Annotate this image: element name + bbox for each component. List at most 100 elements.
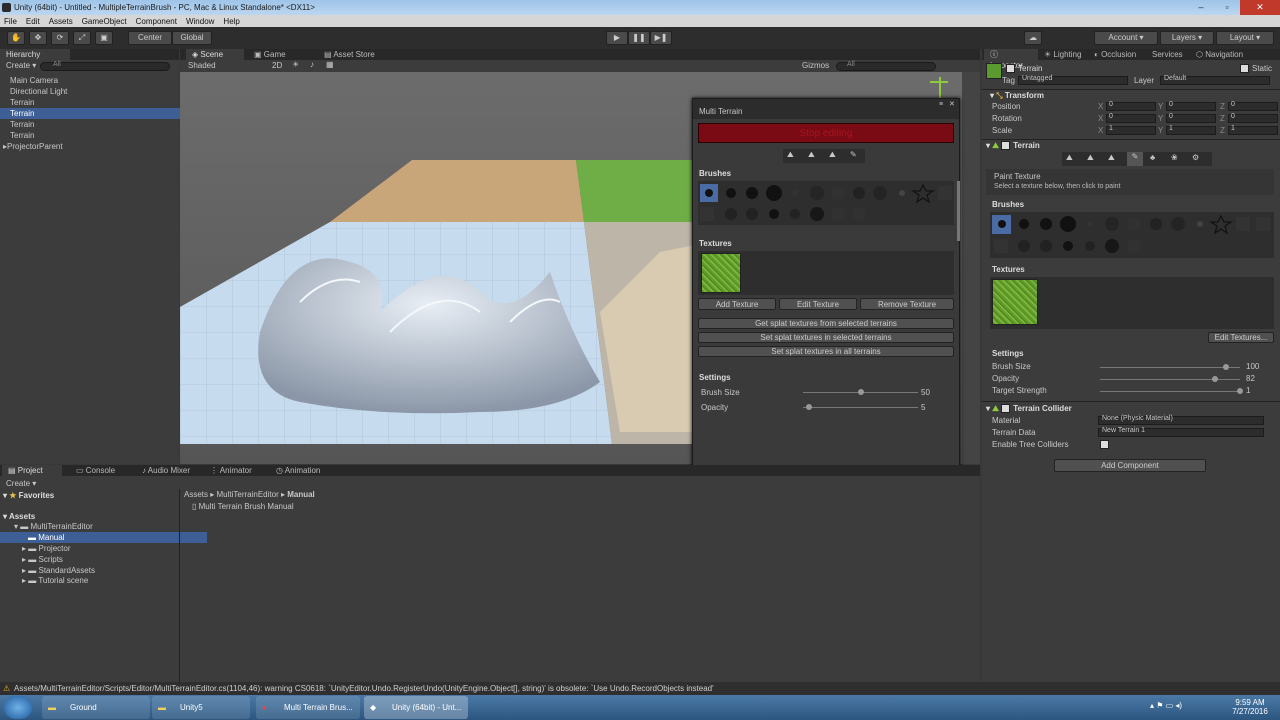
taskbar-item-unity5[interactable]: ▬ Unity5 xyxy=(152,696,250,719)
folder-item[interactable]: ▸ ▬ Tutorial scene xyxy=(0,575,88,586)
rotation-y-field[interactable]: 0 xyxy=(1166,113,1216,123)
tab-occlusion[interactable]: ◐ Occlusion xyxy=(1088,49,1146,60)
object-active-toggle[interactable] xyxy=(1006,64,1018,74)
breadcrumb-item[interactable]: Assets xyxy=(184,490,208,499)
layout-dropdown[interactable]: Layout ▾ xyxy=(1216,31,1274,45)
tab-console[interactable]: ▭ Console xyxy=(70,465,130,476)
add-component-button[interactable]: Add Component xyxy=(1054,459,1206,472)
taskbar-item-unity[interactable]: ◆ Unity (64bit) - Unt... xyxy=(364,696,468,719)
hierarchy-item-parent[interactable]: ▸ProjectorParent xyxy=(0,141,182,152)
close-icon[interactable]: ✕ xyxy=(1240,0,1280,15)
rotate-tool-icon[interactable]: ⟳ xyxy=(51,31,69,45)
menu-assets[interactable]: Assets xyxy=(49,17,73,26)
audio-toggle-icon[interactable]: ♪ xyxy=(310,60,314,69)
terrain-settings-icon[interactable]: ⚙ xyxy=(1192,153,1199,162)
tab-inspector[interactable]: ⓘ Inspector xyxy=(984,49,1038,70)
folder-item[interactable]: ▸ ▬ Scripts xyxy=(0,554,63,565)
close-window-icon[interactable]: ✕ xyxy=(949,100,955,108)
tab-game[interactable]: ▣ Game xyxy=(248,49,298,60)
paint-details-icon[interactable]: ❀ xyxy=(1171,153,1178,162)
axis-label-x[interactable]: X xyxy=(1098,102,1103,111)
axis-label-y[interactable]: Y xyxy=(1158,126,1163,135)
window-menu-icon[interactable]: ≡ xyxy=(939,101,943,108)
tab-lighting[interactable]: ☀ Lighting xyxy=(1038,49,1088,60)
position-x-field[interactable]: 0 xyxy=(1106,101,1156,111)
terrain-component-header[interactable]: ▾ ⛰ Terrain xyxy=(986,141,1040,151)
system-tray-icons[interactable]: ▴ ⚑ ▭ ◂) xyxy=(1150,701,1182,710)
inspector-grass-texture-thumbnail[interactable] xyxy=(992,279,1038,325)
hierarchy-search-input[interactable]: All xyxy=(40,61,170,71)
menu-gameobject[interactable]: GameObject xyxy=(82,17,127,26)
clock[interactable]: 9:59 AM 7/27/2016 xyxy=(1228,698,1272,716)
start-button-icon[interactable] xyxy=(4,696,32,719)
inspector-brush-size-value[interactable]: 100 xyxy=(1246,362,1259,371)
static-toggle[interactable]: Static xyxy=(1240,64,1272,74)
scale-tool-icon[interactable]: ⤢ xyxy=(73,31,91,45)
opacity-slider-knob[interactable] xyxy=(805,404,812,410)
brush-size-slider-knob[interactable] xyxy=(857,389,864,395)
get-splat-selected-button[interactable]: Get splat textures from selected terrain… xyxy=(698,318,954,329)
tag-dropdown[interactable]: Untagged xyxy=(1018,75,1128,85)
project-create-button[interactable]: Create ▾ xyxy=(6,479,36,488)
menu-file[interactable]: File xyxy=(4,17,17,26)
effects-toggle-icon[interactable]: ▦ xyxy=(326,60,334,69)
favorites-item[interactable]: ▾ ★ Favorites xyxy=(0,490,54,501)
inspector-brush-size-knob[interactable] xyxy=(1223,364,1229,370)
console-status-bar[interactable]: ⚠ Assets/MultiTerrainEditor/Scripts/Edit… xyxy=(0,682,1280,695)
tab-animator[interactable]: ⋮ Animator xyxy=(204,465,264,476)
scale-x-field[interactable]: 1 xyxy=(1106,125,1156,135)
hierarchy-item-selected[interactable]: Terrain xyxy=(0,108,189,119)
account-dropdown[interactable]: Account ▾ xyxy=(1094,31,1158,45)
raise-terrain-icon[interactable]: ⛰ xyxy=(787,150,794,160)
cloud-icon[interactable]: ☁ xyxy=(1024,31,1042,45)
axis-label-z[interactable]: Z xyxy=(1220,126,1225,135)
tab-navigation[interactable]: ⬡ Navigation xyxy=(1190,49,1260,60)
folder-item[interactable]: ▾ ▬ MultiTerrainEditor xyxy=(0,521,93,532)
rotation-x-field[interactable]: 0 xyxy=(1106,113,1156,123)
asset-file-item[interactable]: ▯ Multi Terrain Brush Manual xyxy=(192,502,294,511)
tab-project[interactable]: ▤ Project xyxy=(2,465,62,476)
layers-dropdown[interactable]: Layers ▾ xyxy=(1160,31,1214,45)
smooth-height-icon[interactable]: ⛰ xyxy=(1108,153,1115,163)
terrain-collider-header[interactable]: ▾ ⛰ Terrain Collider xyxy=(986,404,1072,414)
add-texture-button[interactable]: Add Texture xyxy=(698,298,776,310)
step-icon[interactable]: ▶❚ xyxy=(650,31,672,45)
scale-y-field[interactable]: 1 xyxy=(1166,125,1216,135)
scale-z-field[interactable]: 1 xyxy=(1228,125,1278,135)
pivot-global-button[interactable]: Global xyxy=(172,31,212,45)
hierarchy-item[interactable]: Main Camera xyxy=(0,75,189,86)
brush-size-value[interactable]: 50 xyxy=(921,388,930,397)
layer-dropdown[interactable]: Default xyxy=(1160,75,1270,85)
hierarchy-item[interactable]: Terrain xyxy=(0,130,189,141)
taskbar-item-ground[interactable]: ▬ Ground xyxy=(42,696,150,719)
rect-tool-icon[interactable]: ▣ xyxy=(95,31,113,45)
paint-texture-tool-icon[interactable]: ✎ xyxy=(1127,152,1143,166)
menu-window[interactable]: Window xyxy=(186,17,214,26)
tab-audio-mixer[interactable]: ♪ Audio Mixer xyxy=(136,465,200,476)
position-z-field[interactable]: 0 xyxy=(1228,101,1278,111)
axis-label-x[interactable]: X xyxy=(1098,126,1103,135)
set-splat-selected-button[interactable]: Set splat textures in selected terrains xyxy=(698,332,954,343)
transform-header[interactable]: ▾ ⤡ Transform xyxy=(990,91,1044,101)
inspector-opacity-knob[interactable] xyxy=(1211,376,1218,382)
axis-label-x[interactable]: X xyxy=(1098,114,1103,123)
opacity-value[interactable]: 5 xyxy=(921,403,925,412)
gizmos-dropdown[interactable]: Gizmos xyxy=(802,61,829,70)
object-name-field[interactable]: Terrain xyxy=(1018,64,1042,73)
pause-icon[interactable]: ❚❚ xyxy=(628,31,650,45)
inspector-opacity-value[interactable]: 82 xyxy=(1246,374,1255,383)
breadcrumb-item-current[interactable]: Manual xyxy=(287,490,315,499)
multi-terrain-titlebar[interactable]: Multi Terrain ≡ ✕ xyxy=(693,99,959,119)
smooth-height-icon[interactable]: ⛰ xyxy=(829,150,836,160)
pivot-center-button[interactable]: Center xyxy=(128,31,172,45)
axis-label-y[interactable]: Y xyxy=(1158,114,1163,123)
menu-edit[interactable]: Edit xyxy=(26,17,40,26)
rotation-z-field[interactable]: 0 xyxy=(1228,113,1278,123)
folder-item-selected[interactable]: ▬ Manual xyxy=(0,532,207,543)
inspector-opacity-track[interactable] xyxy=(1100,379,1240,380)
target-strength-value[interactable]: 1 xyxy=(1246,386,1250,395)
menu-help[interactable]: Help xyxy=(223,17,239,26)
paint-texture-icon[interactable]: ✎ xyxy=(850,150,857,159)
tab-scene[interactable]: ◈ Scene xyxy=(186,49,244,60)
hierarchy-item[interactable]: Directional Light xyxy=(0,86,189,97)
